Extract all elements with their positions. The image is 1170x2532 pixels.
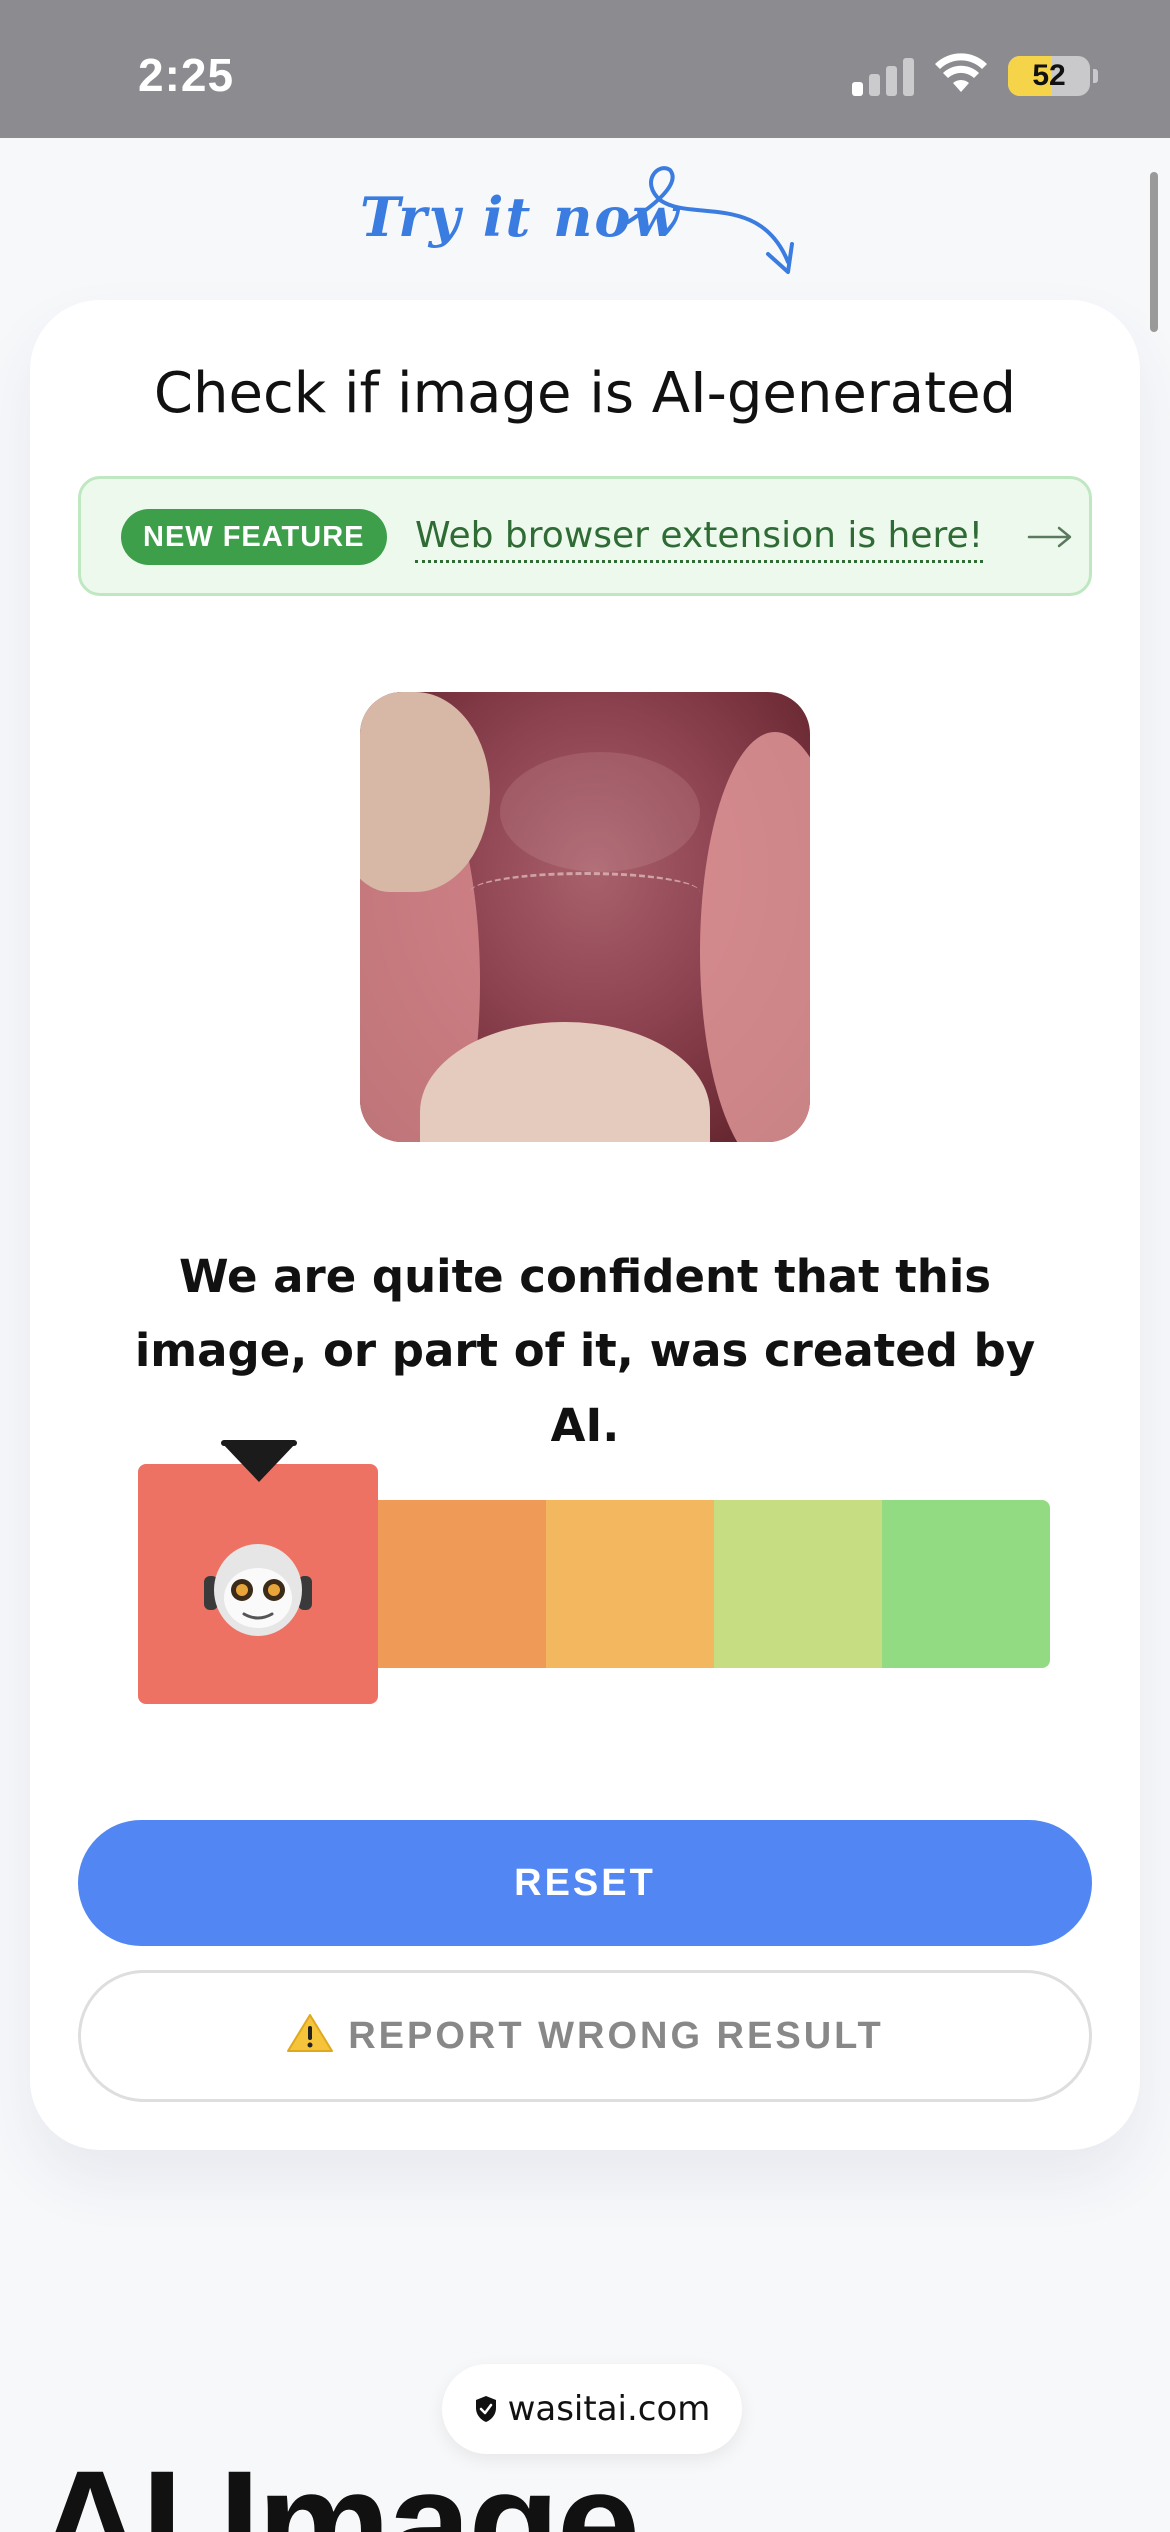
curved-arrow-icon <box>626 166 794 274</box>
wifi-icon <box>935 53 987 92</box>
confidence-meter <box>138 1440 1050 1704</box>
warning-icon <box>287 2014 334 2052</box>
report-wrong-result-button[interactable]: REPORT WRONG RESULT <box>78 1970 1092 2102</box>
meter-segment-3 <box>546 1500 714 1668</box>
new-feature-badge: NEW FEATURE <box>121 509 387 565</box>
battery-icon: 52 <box>1008 56 1090 96</box>
url-text: wasitai.com <box>507 2389 711 2429</box>
extension-link[interactable]: Web browser extension is here! <box>415 513 984 563</box>
section-heading: AI Image <box>36 2439 640 2532</box>
shield-check-icon <box>475 2396 496 2422</box>
detector-card: Check if image is AI-generated NEW FEATU… <box>30 300 1140 2150</box>
status-bar: 2:25 52 <box>0 0 1170 138</box>
page-scrollbar[interactable] <box>1150 172 1158 332</box>
extension-banner[interactable]: NEW FEATURE Web browser extension is her… <box>78 476 1092 596</box>
card-title: Check if image is AI-generated <box>153 361 1017 426</box>
meter-selected-segment <box>138 1440 378 1704</box>
uploaded-image <box>360 692 810 1142</box>
robot-icon <box>204 1544 312 1636</box>
battery-tip <box>1093 69 1098 83</box>
status-time: 2:25 <box>138 49 235 101</box>
meter-segment-4 <box>714 1500 882 1668</box>
battery-level: 52 <box>1032 59 1066 92</box>
cellular-signal-icon <box>852 58 914 96</box>
report-button-label: REPORT WRONG RESULT <box>348 2015 884 2057</box>
reset-button[interactable]: RESET <box>78 1820 1092 1946</box>
meter-pointer-icon <box>221 1442 297 1482</box>
verdict-text: We are quite confident that this image, … <box>134 1250 1036 1452</box>
meter-segment-5 <box>882 1500 1050 1668</box>
arrow-right-icon[interactable] <box>1027 525 1073 549</box>
meter-segment-2 <box>378 1500 546 1668</box>
